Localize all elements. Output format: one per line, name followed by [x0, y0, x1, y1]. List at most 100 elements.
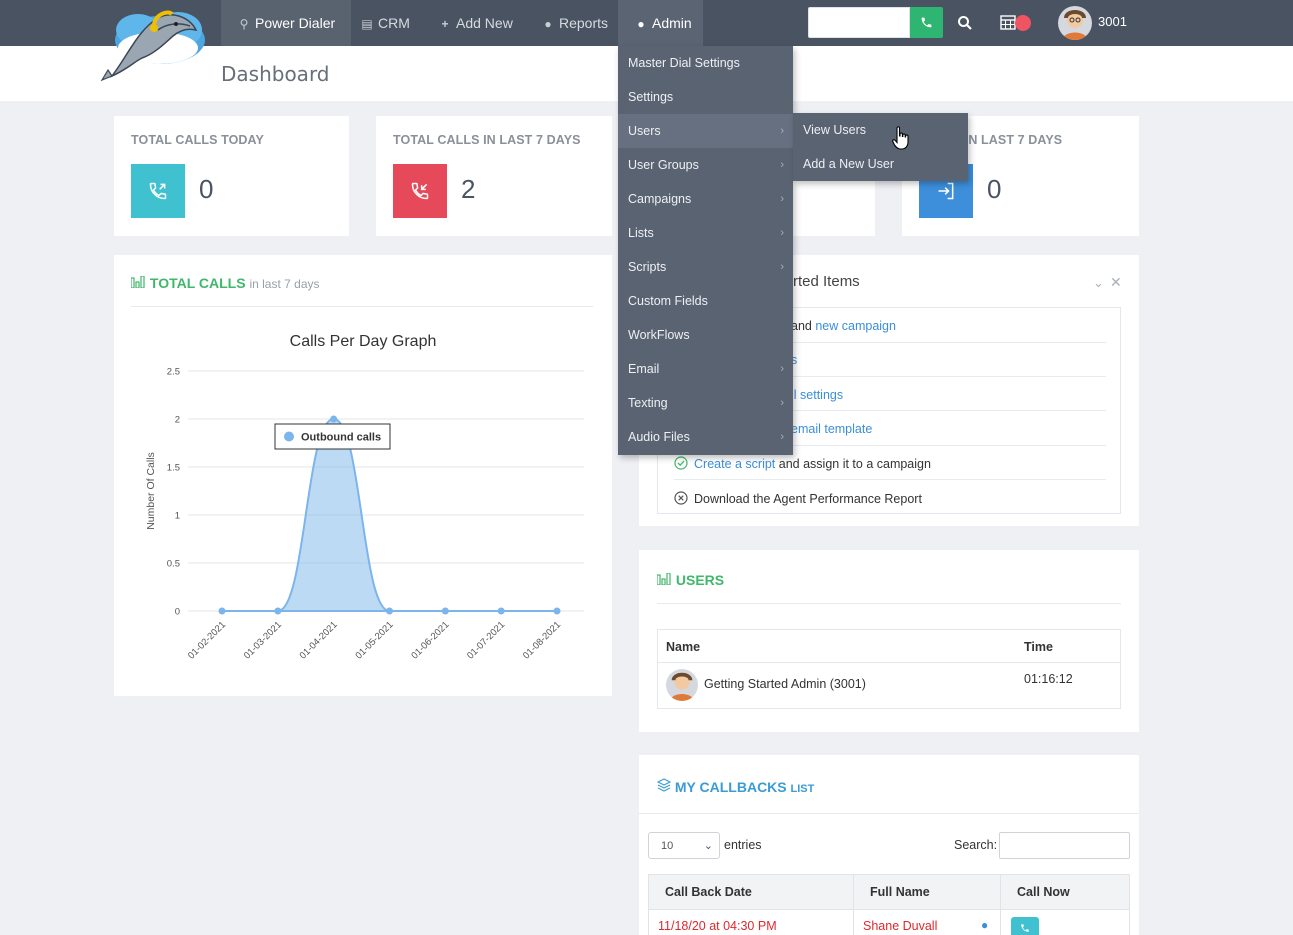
hand-pointer-cursor-icon — [892, 126, 909, 150]
entries-select[interactable]: 10 ⌄ — [648, 832, 720, 859]
menu-item-texting[interactable]: Texting › — [618, 386, 793, 420]
search-icon[interactable] — [957, 15, 973, 31]
user-icon: ● — [544, 17, 552, 31]
started-item-text: Download the Agent Performance Report — [694, 492, 922, 506]
user-icon: ● — [637, 17, 645, 31]
started-item: s — [791, 353, 1223, 367]
started-item-text: and — [791, 319, 812, 333]
nav-reports-label: Reports — [559, 15, 609, 31]
nav-add-new-label: Add New — [456, 15, 513, 31]
started-item-text: and assign it to a campaign — [778, 457, 931, 471]
menu-item-master-dial-settings[interactable]: Master Dial Settings — [618, 46, 793, 80]
menu-item-lists[interactable]: Lists › — [618, 216, 793, 250]
submenu-item-view-users[interactable]: View Users — [793, 113, 968, 147]
submenu-item-add-new-user[interactable]: Add a New User — [793, 147, 968, 181]
data-point[interactable] — [497, 607, 505, 615]
legend-label: Outbound calls — [301, 432, 381, 444]
column-header-name: Name — [666, 640, 701, 654]
menu-item-scripts[interactable]: Scripts › — [618, 250, 793, 284]
avatar — [666, 669, 698, 701]
started-item-link[interactable]: new campaign — [815, 319, 896, 333]
started-items-title: rted Items — [793, 273, 860, 290]
menu-item-label: Campaigns — [628, 192, 692, 206]
menu-item-user-groups[interactable]: User Groups › — [618, 148, 793, 182]
divider — [657, 603, 1121, 604]
callbacks-title-suffix: LIST — [790, 783, 815, 795]
stat-card-calls-today: TOTAL CALLS TODAY 0 — [114, 116, 349, 236]
data-point[interactable] — [330, 415, 338, 423]
dial-call-button[interactable] — [910, 7, 943, 38]
phone-outgoing-icon — [131, 164, 185, 218]
page-title: Dashboard — [221, 62, 330, 86]
menu-item-label: Master Dial Settings — [628, 56, 740, 70]
callbacks-search-input[interactable] — [999, 832, 1130, 859]
column-header-call-now[interactable]: Call Now — [1017, 885, 1070, 899]
user-avatar[interactable] — [1058, 6, 1092, 40]
column-header-callback-date[interactable]: Call Back Date — [665, 885, 752, 899]
menu-item-users[interactable]: Users › — [618, 114, 793, 148]
chevron-right-icon: › — [780, 261, 784, 273]
x-tick-label: 01-07-2021 — [465, 619, 507, 661]
phone-icon — [921, 17, 932, 28]
menu-item-email[interactable]: Email › — [618, 352, 793, 386]
total-calls-title: TOTAL CALLS — [149, 275, 246, 291]
menu-item-label: User Groups — [628, 158, 699, 172]
call-now-button[interactable] — [1011, 917, 1039, 935]
divider — [639, 813, 1139, 814]
stat-value: 0 — [987, 174, 1002, 204]
collapse-icon[interactable]: ⌄ — [1093, 275, 1104, 291]
chevron-down-icon: ⌄ — [703, 840, 713, 852]
started-item-link[interactable]: email template — [791, 422, 872, 436]
total-calls-heading: TOTAL CALLS in last 7 days — [130, 275, 320, 291]
user-icon[interactable]: ● — [981, 918, 988, 932]
x-tick-label: 01-04-2021 — [298, 619, 340, 661]
column-header-full-name[interactable]: Full Name — [870, 885, 930, 899]
started-item-link[interactable]: Create a script — [694, 457, 775, 471]
user-extension[interactable]: 3001 — [1098, 14, 1127, 29]
calendar-icon[interactable] — [1000, 14, 1016, 30]
menu-item-label: Add a New User — [803, 157, 895, 171]
nav-admin[interactable]: ● Admin — [618, 0, 703, 46]
stat-label: TOTAL CALLS TODAY — [131, 133, 264, 147]
menu-item-campaigns[interactable]: Campaigns › — [618, 182, 793, 216]
callbacks-heading: MY CALLBACKS LIST — [656, 778, 815, 795]
data-point[interactable] — [386, 607, 393, 615]
chart-legend[interactable]: Outbound calls — [274, 423, 391, 450]
menu-item-label: Email — [628, 362, 660, 376]
x-tick-label: 01-06-2021 — [409, 619, 451, 661]
users-heading: USERS — [656, 572, 724, 588]
menu-item-label: Lists — [628, 226, 654, 240]
menu-item-custom-fields[interactable]: Custom Fields — [618, 284, 793, 318]
entries-label: entries — [724, 838, 762, 852]
menu-item-audio-files[interactable]: Audio Files › — [618, 420, 793, 454]
nav-crm[interactable]: ▤ CRM — [344, 0, 426, 46]
data-point[interactable] — [274, 607, 282, 615]
nav-power-dialer[interactable]: ⚲ Power Dialer — [221, 0, 352, 46]
started-item: Download the Agent Performance Report — [674, 491, 1106, 506]
data-point[interactable] — [441, 607, 449, 615]
stat-card-calls-7-days: TOTAL CALLS IN LAST 7 DAYS 2 — [376, 116, 612, 236]
data-point[interactable] — [218, 607, 226, 615]
close-icon[interactable]: ✕ — [1110, 274, 1122, 291]
link-icon: ⚲ — [239, 17, 249, 31]
dial-number-input[interactable] — [808, 7, 910, 38]
x-tick-label: 01-02-2021 — [186, 619, 228, 661]
callbacks-table-header: Call Back Date Full Name Call Now — [648, 874, 1130, 911]
menu-item-workflows[interactable]: WorkFlows — [618, 318, 793, 352]
y-tick-label: 2.5 — [167, 367, 180, 378]
nav-reports[interactable]: ● Reports — [525, 0, 624, 46]
nav-crm-label: CRM — [378, 15, 410, 31]
stat-label: TOTAL CALLS IN LAST 7 DAYS — [393, 133, 581, 147]
menu-item-settings[interactable]: Settings — [618, 80, 793, 114]
started-item-link[interactable]: il settings — [791, 388, 843, 402]
x-tick-label: 01-08-2021 — [521, 619, 563, 661]
nav-add-new[interactable]: + Add New — [422, 0, 529, 46]
chevron-right-icon: › — [780, 227, 784, 239]
callback-name[interactable]: Shane Duvall — [863, 919, 937, 933]
calls-per-day-chart: Calls Per Day Graph Number Of Calls 0 0.5… — [145, 333, 584, 661]
menu-item-label: WorkFlows — [628, 328, 690, 342]
dolphin-logo[interactable] — [98, 0, 210, 82]
user-name[interactable]: Getting Started Admin (3001) — [704, 677, 866, 691]
total-calls-subtitle: in last 7 days — [249, 277, 320, 291]
data-point[interactable] — [553, 607, 561, 615]
